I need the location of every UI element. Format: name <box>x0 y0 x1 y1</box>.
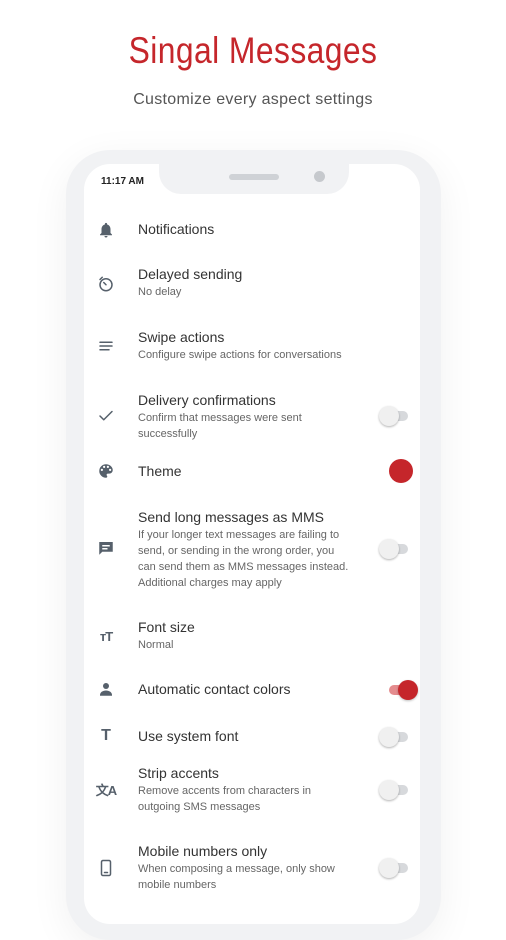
toggle-thumb <box>398 680 418 700</box>
setting-title: Swipe actions <box>138 329 225 345</box>
text-icon: T <box>101 727 111 744</box>
theme-color-swatch[interactable] <box>389 459 413 483</box>
setting-title: Theme <box>138 463 182 479</box>
timer-icon <box>94 272 118 296</box>
setting-title: Strip accents <box>138 765 219 781</box>
toggle-thumb <box>379 539 399 559</box>
setting-subtitle: Normal <box>138 639 174 651</box>
delivery-confirmations-toggle[interactable] <box>379 406 411 426</box>
setting-send-long-as-mms[interactable]: Send long messages as MMS If your longer… <box>84 505 420 595</box>
toggle-thumb <box>379 727 399 747</box>
setting-use-system-font[interactable]: T Use system font <box>84 723 420 751</box>
setting-font-size[interactable]: ᴛT Font size Normal <box>84 615 420 659</box>
phone-speaker <box>229 174 279 180</box>
setting-title: Send long messages as MMS <box>138 509 324 525</box>
person-icon <box>94 677 118 701</box>
setting-subtitle: Confirm that messages were sent successf… <box>138 412 302 440</box>
status-bar-time: 11:17 AM <box>101 176 144 187</box>
check-icon <box>94 404 118 428</box>
setting-subtitle: When composing a message, only show mobi… <box>138 863 335 891</box>
setting-subtitle: Configure swipe actions for conversation… <box>138 349 342 361</box>
setting-title: Automatic contact colors <box>138 681 291 697</box>
setting-swipe-actions[interactable]: Swipe actions Configure swipe actions fo… <box>84 325 420 369</box>
promo-headline: Singal Messages <box>128 30 378 71</box>
contact-colors-toggle[interactable] <box>386 680 418 700</box>
setting-automatic-contact-colors[interactable]: Automatic contact colors <box>84 676 420 704</box>
promo-subheadline: Customize every aspect settings <box>133 91 373 108</box>
phone-camera <box>314 171 325 182</box>
toggle-thumb <box>379 780 399 800</box>
setting-theme[interactable]: Theme <box>84 458 420 486</box>
setting-subtitle: Remove accents from characters in outgoi… <box>138 785 312 813</box>
setting-title: Delayed sending <box>138 266 243 282</box>
setting-subtitle: If your longer text messages are failing… <box>138 529 349 589</box>
setting-subtitle: No delay <box>138 286 182 298</box>
swipe-icon <box>94 334 118 358</box>
mobile-numbers-toggle[interactable] <box>379 858 411 878</box>
setting-delayed-sending[interactable]: Delayed sending No delay <box>84 262 420 306</box>
mms-toggle[interactable] <box>379 539 411 559</box>
system-font-toggle[interactable] <box>379 727 411 747</box>
translate-icon: 文A <box>95 782 117 798</box>
message-icon <box>94 536 118 560</box>
toggle-thumb <box>379 858 399 878</box>
toggle-thumb <box>379 406 399 426</box>
phone-icon <box>94 856 118 880</box>
setting-notifications[interactable]: Notifications <box>84 212 420 248</box>
strip-accents-toggle[interactable] <box>379 780 411 800</box>
setting-title: Font size <box>138 619 195 635</box>
setting-mobile-numbers-only[interactable]: Mobile numbers only When composing a mes… <box>84 839 420 895</box>
setting-title: Mobile numbers only <box>138 843 268 859</box>
palette-icon <box>94 459 118 483</box>
bell-icon <box>94 218 118 242</box>
setting-delivery-confirmations[interactable]: Delivery confirmations Confirm that mess… <box>84 388 420 444</box>
setting-title: Delivery confirmations <box>138 392 276 408</box>
setting-title: Use system font <box>138 728 239 744</box>
setting-title: Notifications <box>138 221 215 237</box>
text-size-icon: ᴛT <box>99 628 113 644</box>
setting-strip-accents[interactable]: 文A Strip accents Remove accents from cha… <box>84 761 420 817</box>
